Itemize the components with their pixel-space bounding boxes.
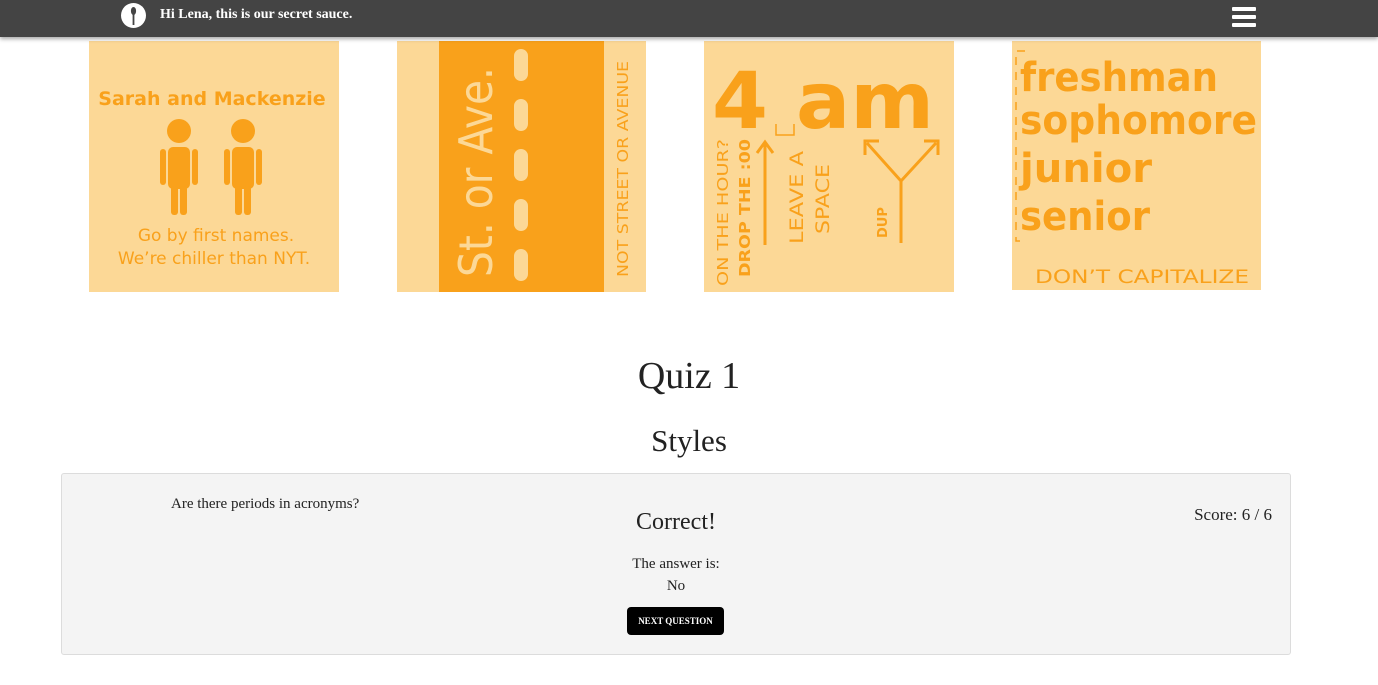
class-year-senior: senior [1020, 194, 1150, 240]
answer-label: The answer is: [632, 556, 720, 572]
tile-class-years: freshman sophomore junior senior DON’T C… [1012, 41, 1261, 290]
class-year-sophomore: sophomore [1020, 98, 1257, 144]
class-year-freshman: freshman [1020, 55, 1218, 101]
class-year-junior: junior [1018, 146, 1152, 192]
tile-time-e: DUP [876, 207, 891, 238]
spoon-icon[interactable] [121, 3, 146, 28]
greeting-text: Hi Lena, this is our secret sauce. [160, 7, 353, 22]
quiz-title: Quiz 1 [637, 355, 741, 397]
tile-time-d: SPACE [812, 164, 834, 234]
result-heading: Correct! [636, 509, 716, 535]
hamburger-menu-icon[interactable] [1231, 6, 1257, 28]
section-title: Styles [651, 423, 727, 458]
tile-time-b: DROP THE :00 [736, 139, 754, 277]
tile-street-avenue-side: NOT STREET OR AVENUE [614, 61, 632, 277]
person-icon [160, 119, 198, 215]
next-question-button[interactable]: NEXT QUESTION [627, 607, 724, 635]
quiz-panel: Are there periods in acronyms? Correct! … [61, 473, 1291, 655]
tile-first-names: Sarah and Mackenzie Go by first names. W… [89, 41, 339, 292]
tile-street-avenue-main: St. or Ave. [449, 67, 503, 277]
score-display: Score: 6 / 6 [1194, 505, 1272, 524]
tile-first-names-line1: Go by first names. [138, 226, 294, 246]
tile-street-avenue: St. or Ave. NOT STREET OR AVENUE [397, 41, 646, 292]
tile-first-names-title: Sarah and Mackenzie [98, 88, 325, 110]
tile-time-c: LEAVE A [786, 151, 808, 244]
tile-first-names-line2: We’re chiller than NYT. [118, 249, 310, 269]
person-icon [224, 119, 262, 215]
answer-value: No [666, 578, 686, 594]
tile-time-a: ON THE HOUR? [714, 139, 732, 286]
top-navigation-bar: Hi Lena, this is our secret sauce. [0, 0, 1378, 37]
arrow-up-icon [755, 139, 775, 245]
tile-time-format: 4 am ON THE HOUR? DROP THE :00 LEAVE A S… [704, 41, 954, 292]
tile-class-years-caption: DON’T CAPITALIZE [1035, 266, 1249, 288]
tile-time-big: 4 am [712, 57, 934, 147]
